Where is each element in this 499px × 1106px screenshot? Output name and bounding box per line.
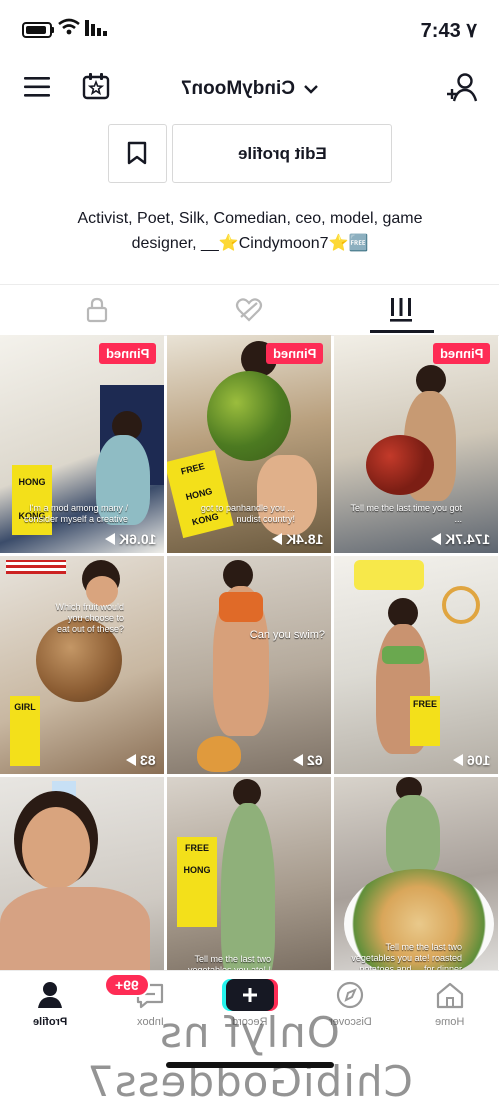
view-count-text: 62 (307, 752, 323, 768)
view-count: 106 (452, 752, 490, 768)
liked-heart-icon (235, 298, 263, 322)
home-indicator[interactable] (166, 1062, 334, 1068)
profile-tabs (0, 284, 499, 336)
edit-profile-label: Edit profile (237, 144, 327, 163)
thumb-person-body (386, 795, 440, 875)
edit-profile-button[interactable]: Edit profile (172, 124, 392, 183)
inbox-badge-text: 99+ (115, 977, 139, 993)
pinned-label: Pinned (439, 346, 483, 361)
video-caption: Which fruit would you choose to eat out … (55, 602, 124, 634)
tab-private[interactable] (14, 285, 180, 335)
video-thumbnail[interactable]: Can you swim? 62 (167, 556, 331, 774)
view-count: 83 (126, 752, 156, 768)
thumb-person-body (0, 887, 150, 977)
signal-icon (85, 20, 107, 36)
view-count: 62 (293, 752, 323, 768)
thumb-mango (207, 371, 291, 461)
video-thumbnail[interactable]: FREE HONG KONG got to panhandle you ... … (167, 335, 331, 553)
video-caption: got to panhandle you ... nudist country! (200, 503, 295, 524)
plus-icon (243, 988, 257, 1002)
video-thumbnail[interactable]: FREE HONG Tell me the last two vegetable… (167, 777, 331, 995)
video-thumbnail[interactable]: HONG KONG I'm a mod among many / conside… (0, 335, 164, 553)
chevron-down-icon (304, 85, 318, 94)
play-icon (126, 754, 137, 766)
thumb-sign: FREE (410, 696, 440, 746)
play-icon (430, 533, 441, 545)
view-count: 174.7K (430, 531, 490, 547)
create-video-button[interactable] (222, 979, 278, 1011)
view-count-text: 174.7K (444, 531, 490, 547)
thumb-top (219, 592, 263, 622)
add-user-icon[interactable] (445, 72, 479, 104)
bookmark-button[interactable] (108, 124, 167, 183)
watermark-text: Onlyf ns ChibiGoddess7 (0, 1008, 499, 1106)
view-count-text: 10.6K (118, 531, 156, 547)
tab-videos[interactable] (318, 285, 484, 335)
home-icon (436, 982, 464, 1009)
profile-icon (38, 982, 62, 1008)
view-count-text: 83 (140, 752, 156, 768)
view-count: 18.4K (271, 531, 323, 547)
thumb-hat (442, 586, 480, 624)
pinned-badge: Pinned (98, 343, 156, 364)
pinned-badge: Pinned (432, 343, 490, 364)
view-count-text: 106 (466, 752, 490, 768)
compass-icon (336, 981, 364, 1009)
video-thumbnail[interactable]: GIRL Which fruit would you choose to eat… (0, 556, 164, 774)
video-caption: Can you swim? (249, 629, 325, 641)
video-thumbnail[interactable]: Tell me the last time you got ... Pinned… (334, 335, 498, 553)
view-count-text: 18.4K (285, 531, 323, 547)
video-thumbnail[interactable]: FREE 106 (334, 556, 498, 774)
battery-icon (22, 22, 52, 38)
view-count: 10.6K (104, 531, 156, 547)
thumb-sign: GIRL (10, 696, 40, 766)
play-icon (293, 754, 304, 766)
wifi-icon (58, 18, 80, 35)
thumb-dog-sticker (197, 736, 241, 772)
thumb-person-face (22, 807, 90, 889)
thumb-flag (6, 560, 66, 574)
play-icon (452, 754, 463, 766)
video-caption: I'm a mod among many / consider myself a… (23, 503, 128, 524)
video-thumbnail[interactable]: Tell me the last two vegetables you ate!… (334, 777, 498, 995)
video-caption: Tell me the last time you got ... (350, 503, 462, 524)
bookmark-icon (127, 141, 147, 165)
create-button-face (226, 979, 274, 1011)
status-time: 7:43 ٧ (420, 20, 477, 42)
bio-line-1: Activist, Poet, Silk, Comedian, ceo, mod… (77, 210, 423, 227)
pinned-badge: Pinned (265, 343, 323, 364)
thumb-mango (366, 435, 434, 495)
thumb-sticker-ukraine (354, 560, 424, 590)
tab-liked[interactable] (166, 285, 332, 335)
bio-line-2: designer, __⭐Cindymoon7⭐🆓 (131, 235, 369, 252)
battery-cap (51, 27, 54, 33)
watermark-label: Onlyf ns ChibiGoddess7 (86, 1008, 413, 1106)
profile-bio: Activist, Poet, Silk, Comedian, ceo, mod… (30, 206, 470, 256)
profile-header: CindyMoon7 (0, 56, 499, 118)
pinned-label: Pinned (272, 346, 316, 361)
video-thumbnail[interactable] (0, 777, 164, 995)
thumb-swimsuit (382, 646, 424, 664)
status-bar: 7:43 ٧ (0, 0, 499, 56)
pinned-label: Pinned (105, 346, 149, 361)
lock-icon (86, 297, 108, 323)
play-icon (271, 533, 282, 545)
thumb-sign: FREE HONG (177, 837, 217, 927)
inbox-badge: 99+ (104, 973, 150, 997)
play-icon (104, 533, 115, 545)
username-text: CindyMoon7 (180, 78, 295, 99)
username-title[interactable]: CindyMoon7 (0, 78, 499, 100)
grid-icon (390, 298, 412, 322)
active-tab-indicator (370, 330, 434, 333)
